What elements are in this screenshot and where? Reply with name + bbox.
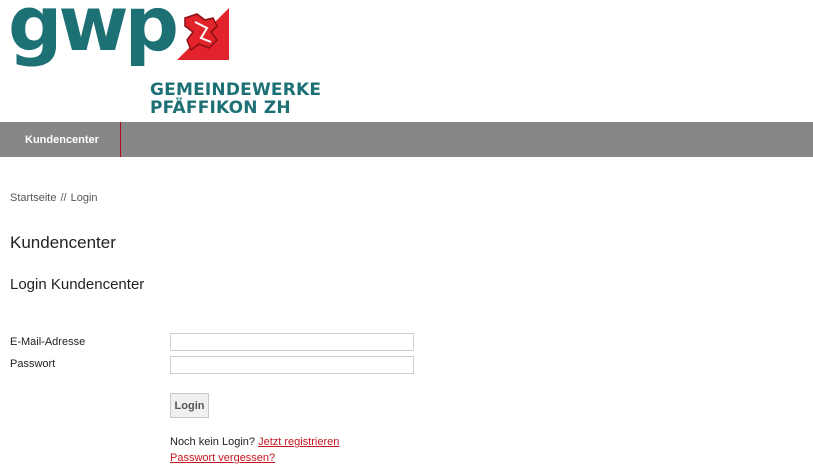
login-button[interactable]: Login bbox=[170, 393, 209, 418]
section-title: Login Kundencenter bbox=[10, 276, 145, 293]
brand-name-line1: GEMEINDEWERKE bbox=[150, 80, 322, 100]
site-header: gwp GEMEINDEWERKE PFÄFFIKON ZH bbox=[0, 0, 813, 122]
brand-name-line2: PFÄFFIKON ZH bbox=[150, 98, 291, 118]
forgot-password-link[interactable]: Passwort vergessen? bbox=[170, 452, 275, 464]
page-title: Kundencenter bbox=[10, 233, 116, 252]
password-label: Passwort bbox=[10, 358, 56, 370]
no-login-text: Noch kein Login? bbox=[170, 436, 256, 448]
email-field[interactable] bbox=[170, 333, 414, 351]
main-nav: Kundencenter bbox=[0, 122, 813, 157]
breadcrumb-home-link[interactable]: Startseite bbox=[10, 192, 56, 204]
nav-item-kundencenter[interactable]: Kundencenter bbox=[10, 122, 121, 157]
breadcrumb-separator: // bbox=[60, 192, 67, 204]
gwp-logo[interactable]: gwp bbox=[8, 0, 179, 62]
breadcrumb: Startseite //Login bbox=[10, 192, 98, 204]
register-link[interactable]: Jetzt registrieren bbox=[258, 436, 339, 448]
email-label: E-Mail-Adresse bbox=[10, 336, 86, 348]
coat-of-arms-icon bbox=[177, 8, 229, 60]
password-field[interactable] bbox=[170, 356, 414, 374]
register-prompt: Noch kein Login? Jetzt registrieren bbox=[170, 436, 339, 448]
breadcrumb-current: Login bbox=[70, 192, 98, 204]
forgot-password-container: Passwort vergessen? bbox=[170, 452, 275, 464]
